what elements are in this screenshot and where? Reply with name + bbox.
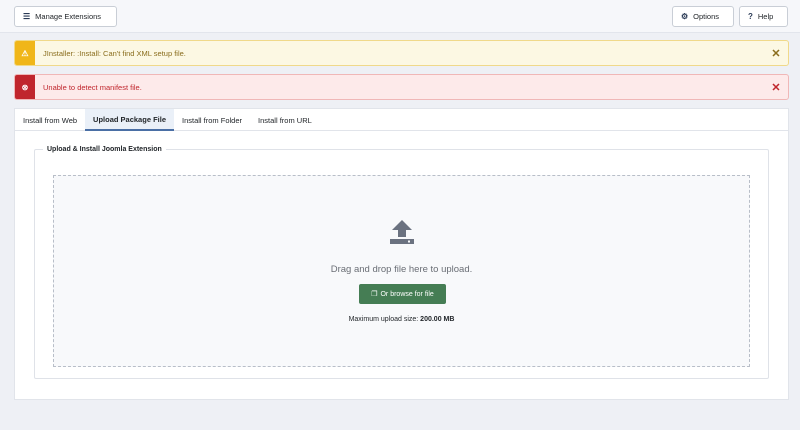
file-copy-icon: ❐ [371,291,378,298]
manage-extensions-label: Manage Extensions [35,12,102,21]
tab-install-from-url[interactable]: Install from URL [250,109,320,131]
upload-legend: Upload & Install Joomla Extension [43,146,166,153]
tab-upload-package-file[interactable]: Upload Package File [85,109,174,131]
browse-label: Or browse for file [380,290,434,298]
max-upload-size: Maximum upload size: 200.00 MB [54,316,749,323]
warning-message: JInstaller: :Install: Can't find XML set… [43,48,186,58]
browse-file-button[interactable]: ❐ Or browse for file [359,284,446,304]
tab-install-from-web[interactable]: Install from Web [15,109,85,131]
upload-icon [390,220,414,244]
upload-dropzone[interactable]: Drag and drop file here to upload. ❐ Or … [53,175,750,367]
gear-icon: ⚙ [681,12,689,21]
toolbar: ☰ Manage Extensions ⚙ Options ? Help [0,0,800,33]
help-button[interactable]: ? Help [739,6,788,27]
error-alert: ⊗ Unable to detect manifest file. ✕ [14,74,789,100]
warning-icon: ⚠ [15,41,35,65]
tab-install-from-folder[interactable]: Install from Folder [174,109,250,131]
options-button[interactable]: ⚙ Options [672,6,734,27]
error-icon: ⊗ [15,75,35,99]
close-icon[interactable]: ✕ [764,47,788,60]
help-label: Help [757,12,774,21]
error-message: Unable to detect manifest file. [43,82,142,92]
list-icon: ☰ [23,12,31,21]
close-icon[interactable]: ✕ [764,81,788,94]
manage-extensions-button[interactable]: ☰ Manage Extensions [14,6,117,27]
options-label: Options [693,12,720,21]
drag-drop-text: Drag and drop file here to upload. [330,264,473,275]
install-tabs: Install from Web Upload Package File Ins… [15,109,788,131]
install-panel: Install from Web Upload Package File Ins… [14,108,789,400]
max-size-label: Maximum upload size: [348,316,419,323]
max-size-value: 200.00 MB [420,316,455,323]
warning-alert: ⚠ JInstaller: :Install: Can't find XML s… [14,40,789,66]
question-icon: ? [748,12,753,21]
